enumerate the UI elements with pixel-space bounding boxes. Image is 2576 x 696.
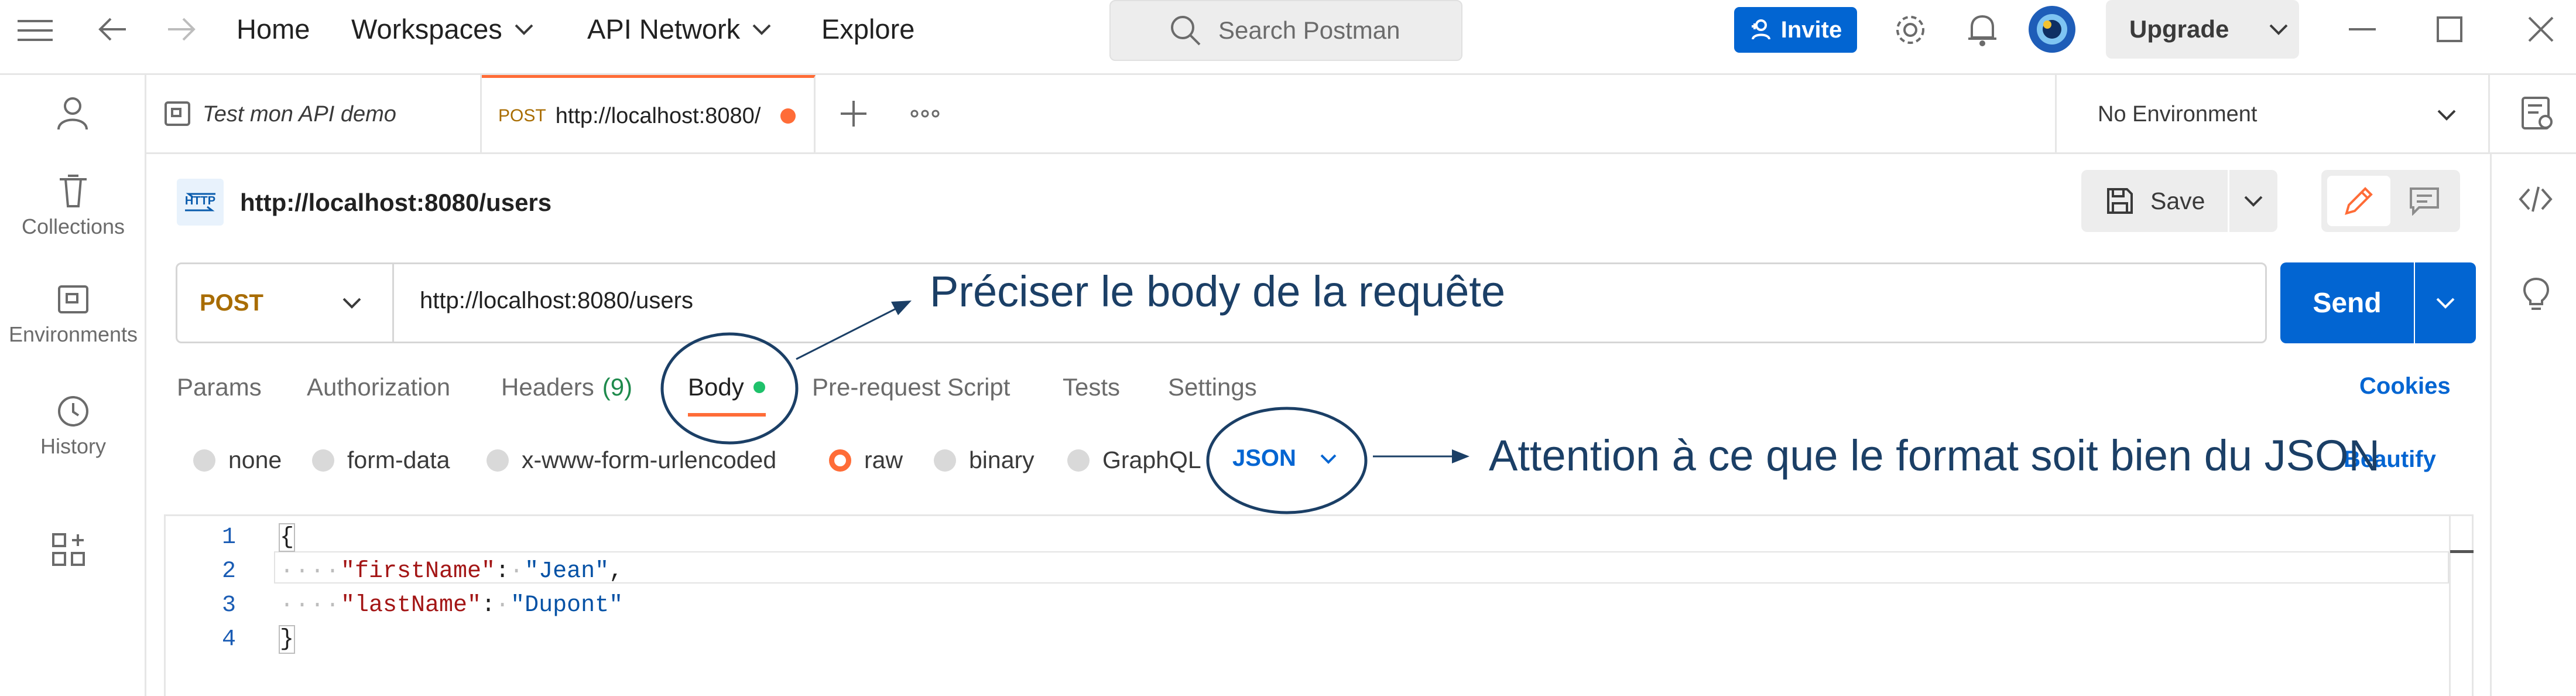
annotation-arrow-body (796, 305, 902, 360)
annotation-circle-body (660, 332, 799, 445)
annotation-arrowhead-body (891, 301, 912, 315)
annotation-body-text: Préciser le body de la requête (930, 267, 1506, 316)
annotation-overlay (660, 301, 1469, 514)
annotation-circle-format (1206, 407, 1368, 514)
annotation-format-text: Attention à ce que le format soit bien d… (1489, 431, 2380, 480)
annotation-arrowhead-format (1452, 449, 1469, 463)
